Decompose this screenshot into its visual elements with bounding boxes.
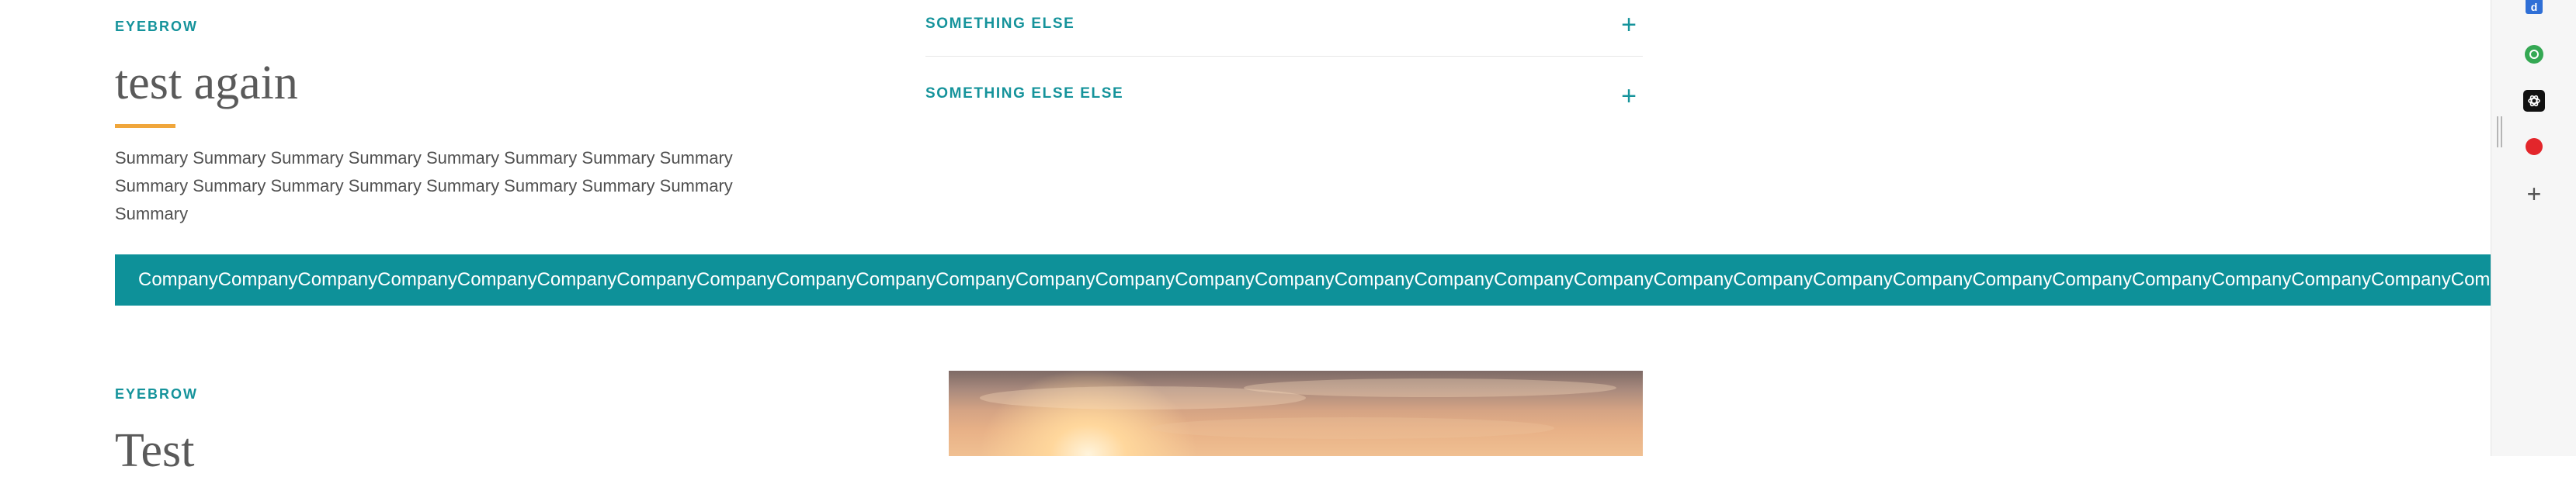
accordion-item-something-else[interactable]: SOMETHING ELSE + (925, 0, 1643, 57)
summary-line: Summary Summary Summary Summary Summary … (115, 176, 733, 195)
company-banner: CompanyCompanyCompanyCompanyCompanyCompa… (115, 254, 2491, 306)
docs-app-icon[interactable]: d (2526, 0, 2543, 14)
summary-line: Summary (115, 204, 189, 223)
accordion-label: SOMETHING ELSE (925, 16, 1075, 32)
accordion-item-something-else-else[interactable]: SOMETHING ELSE ELSE + (925, 56, 1643, 112)
eyebrow-label: EYEBROW (115, 19, 199, 34)
title-underline (115, 124, 175, 128)
panel-resize-handle[interactable] (2497, 116, 2503, 147)
summary-line: Summary Summary Summary Summary Summary … (115, 148, 733, 168)
section-title: test again (115, 57, 298, 109)
green-circle-app-icon[interactable] (2525, 45, 2543, 64)
browser-sidebar: d + (2491, 0, 2576, 456)
banner-text: CompanyCompanyCompanyCompanyCompanyCompa… (138, 269, 2491, 290)
summary-text: Summary Summary Summary Summary Summary … (115, 144, 814, 228)
eyebrow-label: EYEBROW (115, 386, 199, 402)
sunset-image (949, 371, 1643, 456)
section-title: Test (115, 424, 195, 477)
add-icon[interactable]: + (2523, 181, 2545, 206)
accordion-label: SOMETHING ELSE ELSE (925, 85, 1124, 102)
plus-icon[interactable]: + (1615, 82, 1643, 110)
red-dot-app-icon[interactable] (2526, 138, 2543, 155)
openai-app-icon[interactable] (2523, 90, 2545, 112)
plus-icon[interactable]: + (1615, 11, 1643, 39)
